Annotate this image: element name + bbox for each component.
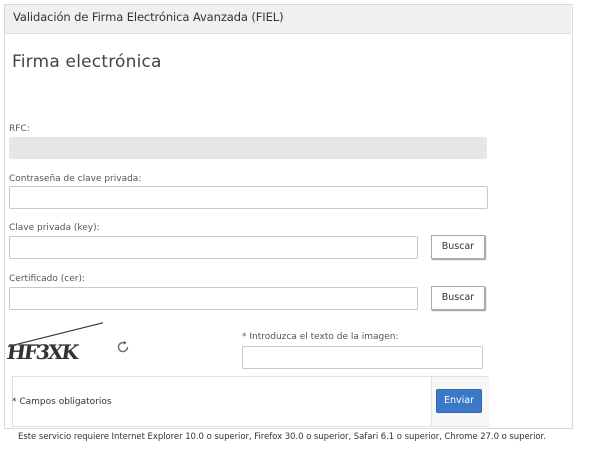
section-title: Firma electrónica [12, 52, 162, 72]
rfc-label: RFC: [9, 124, 30, 134]
rfc-field [9, 137, 487, 159]
key-label: Clave privada (key): [9, 223, 100, 233]
private-key-file-field[interactable] [9, 236, 418, 259]
cert-label: Certificado (cer): [9, 274, 86, 284]
captcha-text: HF3XK [5, 340, 79, 364]
captcha-input[interactable] [242, 346, 483, 369]
required-fields-note: * Campos obligatorios [12, 397, 112, 407]
captcha-image: HF3XK [5, 322, 105, 364]
captcha-label: * Introduzca el texto de la imagen: [242, 332, 399, 342]
browser-requirements-note: Este servicio requiere Internet Explorer… [18, 432, 546, 442]
certificate-file-field[interactable] [9, 287, 418, 310]
panel-title: Validación de Firma Electrónica Avanzada… [13, 10, 284, 24]
password-label: Contraseña de clave privada: [9, 174, 142, 184]
submit-button[interactable]: Enviar [436, 389, 482, 413]
refresh-icon[interactable] [115, 339, 131, 355]
private-key-password-field[interactable] [9, 186, 488, 209]
browse-key-button[interactable]: Buscar [431, 235, 485, 259]
browse-cert-button[interactable]: Buscar [431, 286, 485, 310]
